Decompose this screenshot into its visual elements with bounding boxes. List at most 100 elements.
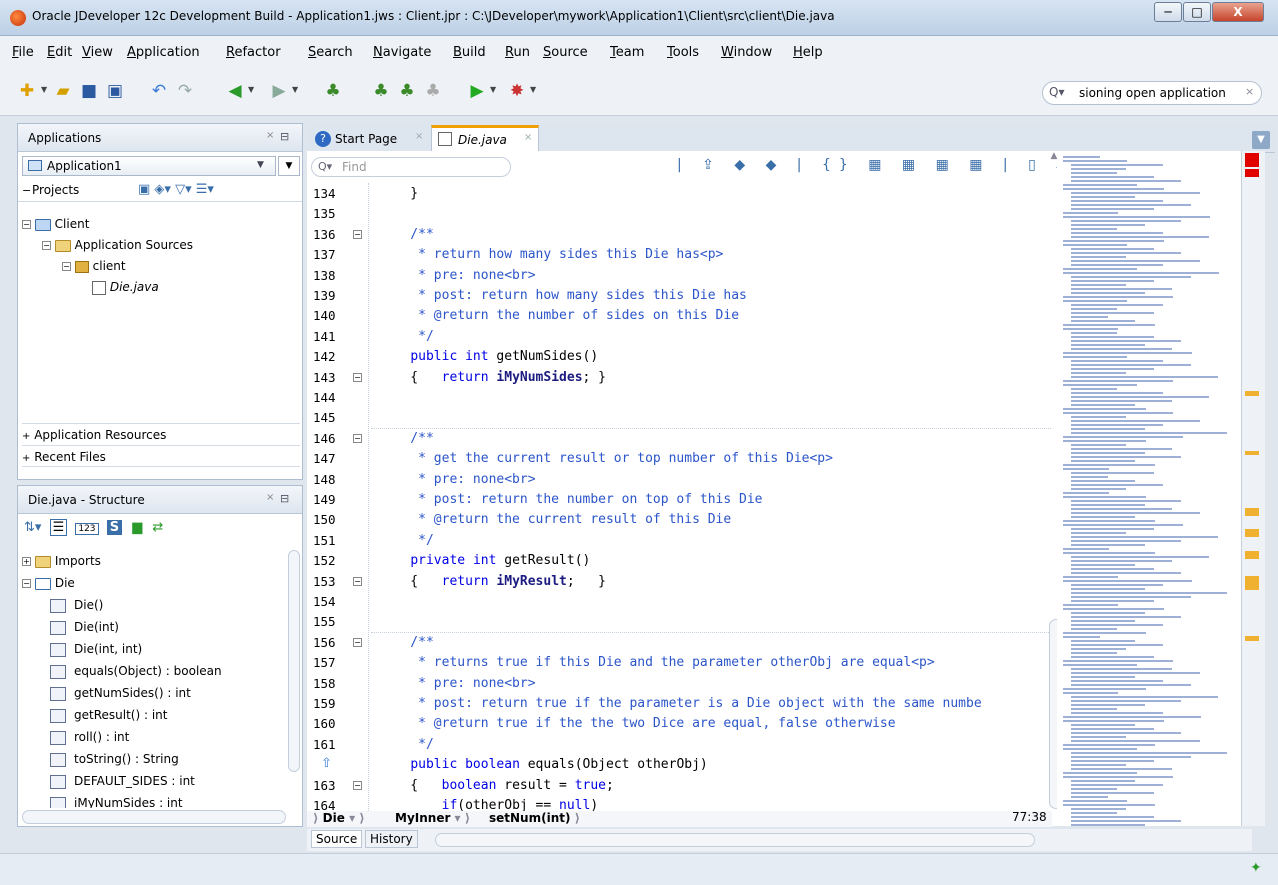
tab-source[interactable]: Source: [311, 830, 363, 848]
show-static-icon[interactable]: S: [106, 520, 123, 535]
close-button[interactable]: X: [1212, 2, 1264, 22]
code-line[interactable]: 157 * returns true if this Die and the p…: [307, 653, 1052, 673]
save-icon[interactable]: ■: [78, 80, 100, 102]
structure-item[interactable]: toString() : String: [22, 748, 286, 770]
menu-edit[interactable]: Edit: [47, 45, 72, 60]
search-input[interactable]: Q▾ sioning open application ×: [1042, 81, 1262, 105]
tree-item-die-java[interactable]: Die.java: [92, 276, 159, 298]
expand-icon[interactable]: −: [22, 579, 31, 588]
close-tab-icon[interactable]: ×: [415, 131, 423, 142]
undo-icon[interactable]: ↶: [148, 80, 170, 102]
fold-icon[interactable]: −: [353, 372, 362, 382]
application-selector[interactable]: Application1 ▼: [22, 156, 276, 176]
code-line[interactable]: 148 * pre: none<br>: [307, 470, 1052, 490]
debug-icon[interactable]: ✸: [506, 80, 528, 102]
find-input[interactable]: Q▾ Find: [311, 157, 511, 177]
structure-item[interactable]: roll() : int: [22, 726, 286, 748]
warning-marker[interactable]: [1245, 391, 1259, 396]
overview-ruler[interactable]: [1241, 151, 1265, 826]
chevron-down-icon[interactable]: ▼: [248, 85, 254, 94]
menu-source[interactable]: Source: [543, 45, 588, 60]
new-file-icon[interactable]: ✚: [16, 80, 38, 102]
tab-list-icon[interactable]: ▼: [1252, 131, 1270, 149]
code-line[interactable]: 139 * post: return how many sides this D…: [307, 286, 1052, 306]
code-line[interactable]: 142 public int getNumSides(): [307, 347, 1052, 367]
rebuild-icon[interactable]: ♣: [396, 80, 418, 102]
code-line[interactable]: 137 * return how many sides this Die has…: [307, 245, 1052, 265]
structure-hscrollbar[interactable]: [22, 810, 286, 824]
collapse-icon[interactable]: −: [22, 184, 31, 197]
redo-icon[interactable]: ↷: [174, 80, 196, 102]
expand-icon[interactable]: +: [22, 453, 30, 464]
code-line[interactable]: 140 * @return the number of sides on thi…: [307, 306, 1052, 326]
editor-hscrollbar[interactable]: [435, 833, 1035, 847]
code-line[interactable]: 141 */: [307, 327, 1052, 347]
lock-icon[interactable]: ▆: [132, 520, 142, 535]
code-line[interactable]: 150 * @return the current result of this…: [307, 510, 1052, 530]
code-line[interactable]: 153 − { return iMyResult; }: [307, 572, 1052, 592]
sync-icon[interactable]: ⇄: [152, 520, 163, 535]
cancel-build-icon[interactable]: ♣: [422, 80, 444, 102]
structure-item[interactable]: DEFAULT_SIDES : int: [22, 770, 286, 792]
menu-view[interactable]: View: [82, 45, 113, 60]
structure-item[interactable]: equals(Object) : boolean: [22, 660, 286, 682]
save-all-icon[interactable]: ▣: [104, 80, 126, 102]
code-line[interactable]: 151 */: [307, 531, 1052, 551]
warning-marker[interactable]: [1245, 508, 1259, 516]
tree-item-application-sources[interactable]: − Application Sources: [42, 234, 193, 256]
structure-item[interactable]: Die(int, int): [22, 638, 286, 660]
navigator-icon[interactable]: ▣ ◈▾ ▽▾ ☰▾: [138, 182, 214, 197]
breadcrumb-item[interactable]: ⟩ Die ▾ ⟩: [313, 811, 365, 825]
chevron-down-icon[interactable]: ▼: [292, 85, 298, 94]
forward-icon[interactable]: ▶: [268, 80, 290, 102]
run-icon[interactable]: ▶: [466, 80, 488, 102]
error-marker[interactable]: [1245, 153, 1259, 167]
show-fields-icon[interactable]: 123: [75, 523, 99, 535]
tree-item-client-package[interactable]: − client: [62, 255, 126, 277]
show-methods-icon[interactable]: ☰: [49, 519, 68, 536]
code-minimap[interactable]: [1057, 154, 1241, 826]
code-line[interactable]: 158 * pre: none<br>: [307, 674, 1052, 694]
expand-icon[interactable]: −: [22, 220, 31, 229]
minimize-panel-icon[interactable]: ⊟: [280, 130, 289, 143]
code-line[interactable]: 135: [307, 204, 1052, 224]
menu-help[interactable]: Help: [793, 45, 823, 60]
code-line[interactable]: 156 − /**: [307, 633, 1052, 653]
expand-icon[interactable]: −: [62, 262, 71, 271]
tab-history[interactable]: History: [365, 830, 418, 848]
fold-icon[interactable]: −: [353, 637, 362, 647]
tab-die-java[interactable]: Die.java ×: [431, 125, 539, 153]
build-icon[interactable]: ♣: [370, 80, 392, 102]
tree-item-client[interactable]: − Client: [22, 213, 89, 235]
fold-icon[interactable]: −: [353, 780, 362, 790]
chevron-down-icon[interactable]: ▼: [530, 85, 536, 94]
breadcrumb-item[interactable]: MyInner ▾ ⟩: [395, 811, 470, 825]
code-area[interactable]: 134 } 135 136 − /** 137 * return how many si…: [307, 184, 1052, 814]
fold-icon[interactable]: −: [353, 576, 362, 586]
maximize-button[interactable]: □: [1183, 2, 1211, 22]
warning-marker[interactable]: [1245, 451, 1259, 455]
open-folder-icon[interactable]: ▰: [52, 80, 74, 102]
expand-icon[interactable]: +: [22, 557, 31, 566]
breadcrumb-item[interactable]: setNum(int) ⟩: [489, 811, 580, 825]
make-icon[interactable]: ♣: [322, 80, 344, 102]
chevron-down-icon[interactable]: ▼: [41, 85, 47, 94]
close-panel-icon[interactable]: ×: [266, 492, 274, 503]
menu-team[interactable]: Team: [610, 45, 644, 60]
menu-search[interactable]: Search: [308, 45, 353, 60]
warning-marker[interactable]: [1245, 576, 1259, 590]
back-icon[interactable]: ◀: [224, 80, 246, 102]
structure-item[interactable]: getResult() : int: [22, 704, 286, 726]
override-icon[interactable]: ⇧: [321, 756, 332, 771]
structure-item[interactable]: Die(int): [22, 616, 286, 638]
code-line[interactable]: 155: [307, 612, 1052, 634]
fold-icon[interactable]: −: [353, 433, 362, 443]
minimize-panel-icon[interactable]: ⊟: [280, 492, 289, 505]
warning-marker[interactable]: [1245, 551, 1259, 559]
code-line[interactable]: 152 private int getResult(): [307, 551, 1052, 571]
fold-icon[interactable]: −: [353, 229, 362, 239]
menu-navigate[interactable]: Navigate: [373, 45, 431, 60]
code-line[interactable]: 161 */: [307, 735, 1052, 755]
code-line[interactable]: 144: [307, 388, 1052, 408]
code-line[interactable]: 154: [307, 592, 1052, 612]
